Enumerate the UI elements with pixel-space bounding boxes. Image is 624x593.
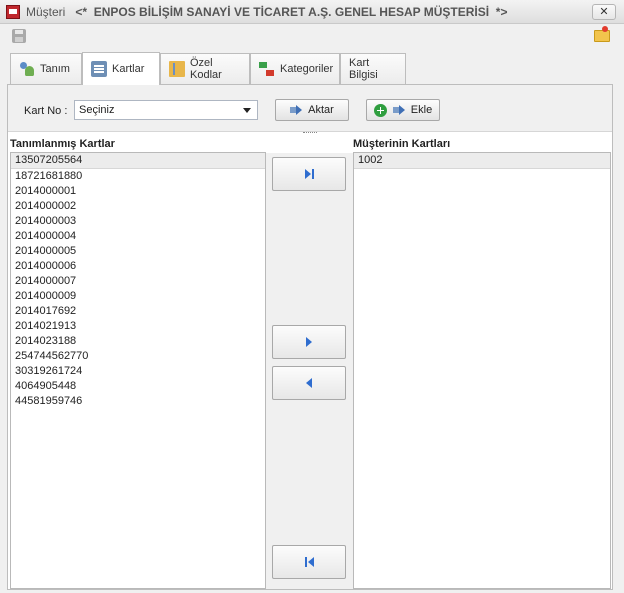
filter-bar: Kart No : Seçiniz Aktar Ekle	[8, 85, 612, 132]
ekle-button[interactable]: Ekle	[366, 99, 440, 121]
customer-cards-list[interactable]: 1002	[353, 152, 611, 589]
save-icon[interactable]	[12, 29, 26, 43]
transfer-arrow-icon	[392, 104, 405, 116]
aktar-button[interactable]: Aktar	[275, 99, 349, 121]
tab-tanim[interactable]: Tanım	[10, 53, 82, 84]
people-icon	[19, 61, 35, 77]
open-folder-icon[interactable]	[594, 26, 610, 42]
title-bar: Müşteri <* ENPOS BİLİŞİM SANAYİ VE TİCAR…	[0, 0, 624, 24]
tab-kart-bilgisi[interactable]: Kart Bilgisi	[340, 53, 406, 84]
move-right-icon	[306, 337, 312, 347]
cards-panel: Kart No : Seçiniz Aktar Ekle Tanımlanmış…	[7, 84, 613, 590]
kart-no-selected: Seçiniz	[79, 104, 115, 116]
kart-no-label: Kart No :	[24, 105, 68, 117]
transfer-buttons-column	[266, 153, 353, 589]
ekle-label: Ekle	[410, 104, 433, 116]
move-all-right-button[interactable]	[272, 157, 346, 191]
list-item[interactable]: 2014000005	[11, 244, 265, 259]
chevron-down-icon[interactable]	[243, 108, 251, 113]
move-all-right-icon	[304, 169, 314, 179]
list-item[interactable]: 2014000006	[11, 259, 265, 274]
transfer-arrow-icon	[290, 104, 303, 116]
tab-label: Özel Kodlar	[190, 57, 222, 81]
list-item[interactable]: 254744562770	[11, 349, 265, 364]
close-button[interactable]: ✕	[592, 4, 616, 20]
list-item[interactable]: 1002	[354, 153, 610, 169]
move-left-button[interactable]	[272, 366, 346, 400]
move-right-button[interactable]	[272, 325, 346, 359]
move-all-left-icon	[304, 557, 314, 567]
list-item[interactable]: 44581959746	[11, 394, 265, 409]
tab-ozel-kodlar[interactable]: Özel Kodlar	[160, 53, 250, 84]
list-item[interactable]: 2014017692	[11, 304, 265, 319]
app-icon	[6, 5, 20, 19]
toolbar	[0, 24, 624, 48]
left-list-title: Tanımlanmış Kartlar	[10, 138, 115, 150]
window-title: Müşteri <* ENPOS BİLİŞİM SANAYİ VE TİCAR…	[26, 5, 507, 19]
list-item[interactable]: 2014000002	[11, 199, 265, 214]
list-item[interactable]: 2014000001	[11, 184, 265, 199]
move-left-icon	[306, 378, 312, 388]
category-icon	[259, 61, 275, 77]
tab-label: Kart Bilgisi	[349, 57, 378, 81]
right-list-title: Müşterinin Kartları	[353, 138, 451, 150]
add-icon	[373, 103, 387, 117]
list-item[interactable]: 2014021913	[11, 319, 265, 334]
list-item[interactable]: 2014000004	[11, 229, 265, 244]
splitter-grip[interactable]	[303, 132, 317, 135]
window-title-label: Müşteri	[26, 5, 66, 19]
card-icon	[91, 61, 107, 77]
defined-cards-list[interactable]: 13507205564 18721681880 2014000001 20140000…	[10, 152, 266, 589]
tab-kategoriler[interactable]: Kategoriler	[250, 53, 340, 84]
list-item[interactable]: 30319261724	[11, 364, 265, 379]
list-item[interactable]: 2014000003	[11, 214, 265, 229]
window-subtitle: <* ENPOS BİLİŞİM SANAYİ VE TİCARET A.Ş. …	[75, 5, 508, 19]
kart-no-combobox[interactable]: Seçiniz	[74, 100, 258, 120]
list-item[interactable]: 2014000007	[11, 274, 265, 289]
tab-label: Kategoriler	[280, 63, 334, 75]
move-all-left-button[interactable]	[272, 545, 346, 579]
tab-kartlar[interactable]: Kartlar	[82, 52, 160, 85]
aktar-label: Aktar	[308, 104, 334, 116]
list-item[interactable]: 2014000009	[11, 289, 265, 304]
list-item[interactable]: 18721681880	[11, 169, 265, 184]
list-item[interactable]: 13507205564	[11, 153, 265, 169]
list-item[interactable]: 4064905448	[11, 379, 265, 394]
list-item[interactable]: 2014023188	[11, 334, 265, 349]
tab-label: Kartlar	[112, 63, 145, 75]
tab-label: Tanım	[40, 63, 70, 75]
book-icon	[169, 61, 185, 77]
